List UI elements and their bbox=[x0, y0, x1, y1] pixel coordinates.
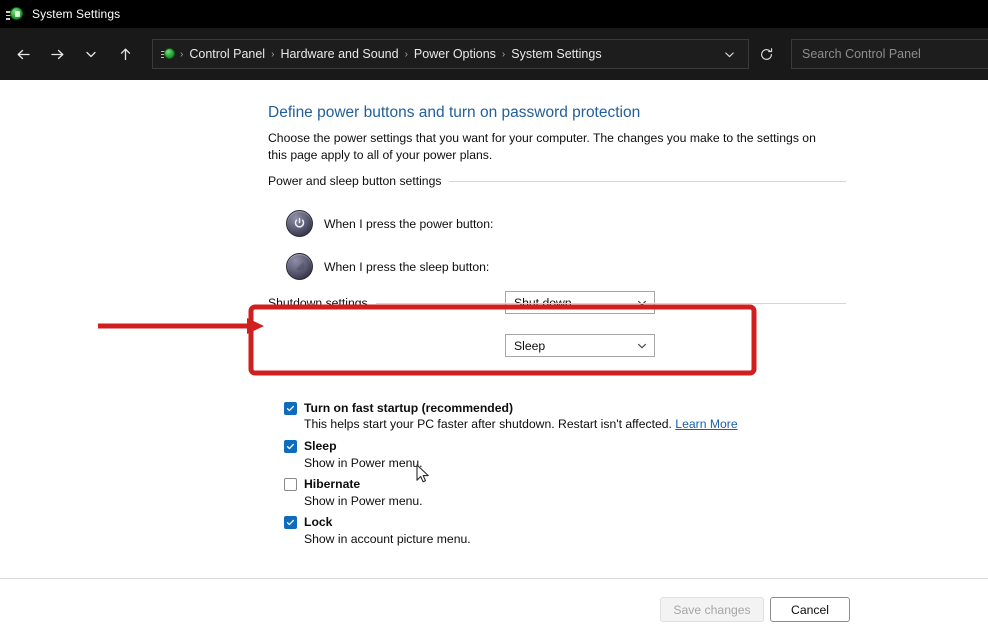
lock-checkbox[interactable] bbox=[284, 516, 297, 530]
title-bar: System Settings bbox=[0, 0, 988, 28]
sleep-label: Sleep bbox=[304, 439, 337, 454]
system-settings-window: System Settings › Control Panel › Hardwa… bbox=[0, 0, 988, 630]
fast-startup-description-text: This helps start your PC faster after sh… bbox=[304, 417, 672, 432]
address-dropdown-icon[interactable] bbox=[716, 41, 742, 67]
fast-startup-checkbox[interactable] bbox=[284, 402, 297, 415]
shutdown-section-header: Shutdown settings bbox=[268, 295, 846, 311]
fast-startup-description: This helps start your PC faster after sh… bbox=[304, 416, 754, 434]
address-bar[interactable]: › Control Panel › Hardware and Sound › P… bbox=[152, 39, 749, 69]
page-title: Define power buttons and turn on passwor… bbox=[268, 104, 641, 121]
save-changes-button[interactable]: Save changes bbox=[660, 597, 764, 622]
hibernate-label: Hibernate bbox=[304, 477, 361, 492]
power-sleep-section-header: Power and sleep button settings bbox=[268, 173, 846, 189]
fast-startup-label: Turn on fast startup (recommended) bbox=[304, 401, 514, 415]
power-button-label: When I press the power button: bbox=[324, 216, 494, 231]
forward-arrow-icon[interactable] bbox=[40, 37, 74, 71]
section-label: Power and sleep button settings bbox=[268, 174, 442, 188]
breadcrumb-item-system-settings[interactable]: System Settings bbox=[506, 47, 606, 61]
section-label: Shutdown settings bbox=[268, 296, 368, 310]
section-divider bbox=[375, 302, 846, 304]
option-fast-startup: Turn on fast startup (recommended) This … bbox=[284, 400, 754, 434]
sleep-checkbox[interactable] bbox=[284, 440, 297, 454]
breadcrumb-item-control-panel[interactable]: Control Panel bbox=[184, 47, 270, 61]
option-lock: Lock Show in account picture menu. bbox=[284, 514, 754, 548]
option-sleep: Sleep Show in Power menu. bbox=[284, 438, 754, 472]
breadcrumb-item-hardware-and-sound[interactable]: Hardware and Sound bbox=[275, 47, 403, 61]
sleep-moon-icon bbox=[286, 253, 313, 280]
sleep-button-label: When I press the sleep button: bbox=[324, 259, 490, 274]
refresh-icon[interactable] bbox=[751, 39, 781, 69]
back-arrow-icon[interactable] bbox=[6, 37, 40, 71]
breadcrumb-item-power-options[interactable]: Power Options bbox=[409, 47, 501, 61]
learn-more-link[interactable]: Learn More bbox=[675, 417, 737, 431]
sleep-description: Show in Power menu. bbox=[304, 455, 423, 470]
sleep-button-row: When I press the sleep button: bbox=[286, 253, 489, 280]
power-button-row: When I press the power button: bbox=[286, 210, 493, 237]
up-arrow-icon[interactable] bbox=[108, 37, 142, 71]
lock-label: Lock bbox=[304, 515, 333, 530]
sleep-button-action-value: Sleep bbox=[514, 338, 546, 353]
breadcrumb-root-icon bbox=[161, 46, 177, 62]
hibernate-checkbox[interactable] bbox=[284, 478, 297, 492]
search-input[interactable] bbox=[802, 47, 988, 61]
option-hibernate: Hibernate Show in Power menu. bbox=[284, 476, 754, 510]
chevron-down-icon[interactable] bbox=[74, 37, 108, 71]
page-description: Choose the power settings that you want … bbox=[268, 131, 816, 163]
shutdown-options-list: Turn on fast startup (recommended) This … bbox=[284, 400, 754, 549]
system-settings-icon bbox=[6, 5, 24, 23]
content-area: Define power buttons and turn on passwor… bbox=[0, 80, 988, 578]
power-button-icon bbox=[286, 210, 313, 237]
cancel-button[interactable]: Cancel bbox=[770, 597, 850, 622]
lock-description: Show in account picture menu. bbox=[304, 531, 471, 546]
search-control-panel-box[interactable] bbox=[791, 39, 988, 69]
navigation-bar: › Control Panel › Hardware and Sound › P… bbox=[0, 28, 988, 80]
footer-bar: Save changes Cancel bbox=[0, 578, 988, 630]
window-title: System Settings bbox=[32, 7, 121, 21]
hibernate-description: Show in Power menu. bbox=[304, 493, 423, 508]
section-divider bbox=[449, 180, 846, 182]
sleep-button-action-select[interactable]: Sleep bbox=[505, 334, 655, 357]
chevron-down-icon bbox=[636, 340, 648, 352]
